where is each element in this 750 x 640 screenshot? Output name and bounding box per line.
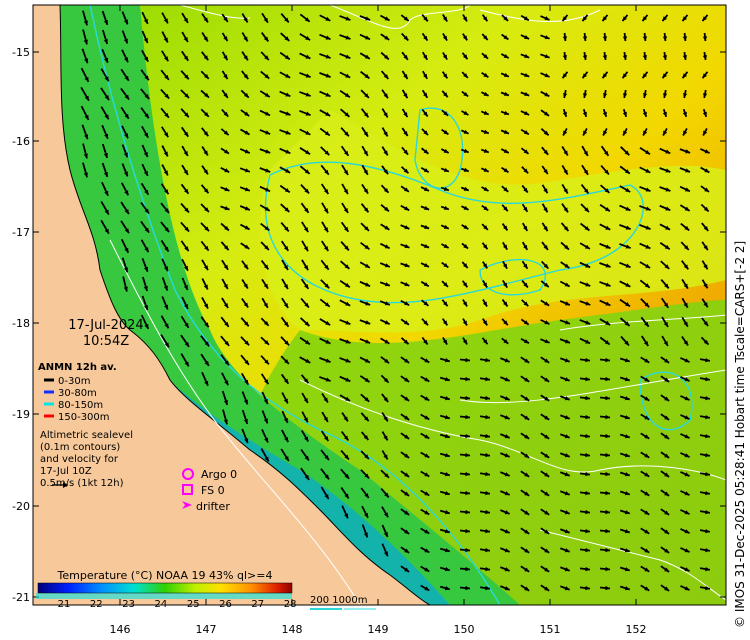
lat-tick-label: -18	[12, 317, 30, 330]
colorbar-tick-label: 23	[122, 599, 135, 610]
lat-tick-label: -21	[12, 591, 30, 604]
plot-area	[33, 5, 726, 605]
lon-tick-label: 147	[196, 623, 217, 636]
credit-bar: © IMOS 31-Dec-2025 05:28:41 Hobart time …	[731, 0, 750, 640]
depth-label: 0-30m	[58, 376, 90, 387]
colorbar-tick-label: 26	[219, 599, 232, 610]
isobath-scale-label: 200 1000m	[310, 595, 367, 606]
lat-tick-label: -20	[12, 500, 30, 513]
colorbar-tick-label: 28	[284, 599, 297, 610]
colorbar	[37, 582, 293, 594]
altimetry-line-2: (0.1m contours)	[40, 442, 120, 453]
colorbar-tick-label: 25	[187, 599, 200, 610]
colorbar-tick-label: 21	[58, 599, 71, 610]
credit-text: © IMOS 31-Dec-2025 05:28:41 Hobart time …	[733, 240, 747, 628]
lon-tick-label: 150	[454, 623, 475, 636]
colorbar-tick-label: 24	[155, 599, 168, 610]
fs-label: FS 0	[201, 484, 225, 497]
lat-tick-label: -17	[12, 226, 30, 239]
lon-tick-label: 148	[282, 623, 303, 636]
scale-label: 0.5m/s (1kt 12h)	[40, 478, 124, 489]
lat-tick-label: -15	[12, 46, 30, 59]
depth-label: 30-80m	[58, 388, 97, 399]
altimetry-line-1: Altimetric sealevel	[40, 430, 133, 441]
argo-label: Argo 0	[201, 468, 237, 481]
altimetry-line-4: 17-Jul 10Z	[40, 466, 92, 477]
lon-tick-label: 151	[540, 623, 561, 636]
colorbar-title: Temperature (°C) NOAA 19 43% ql>=4	[57, 569, 273, 582]
lat-tick-label: -19	[12, 408, 30, 421]
depth-label: 150-300m	[58, 412, 110, 423]
drifter-label: drifter	[196, 500, 230, 513]
anmn-title: ANMN 12h av.	[38, 362, 117, 373]
colorbar-tick-label: 22	[90, 599, 103, 610]
ocean-map: 146 147 148 149 150 151 152 -15 -16 -17 -18 -19 -20 -…	[0, 0, 750, 640]
lon-tick-label: 149	[368, 623, 389, 636]
colorbar-tick-label: 27	[251, 599, 264, 610]
lat-tick-label: -16	[12, 135, 30, 148]
altimetry-line-3: and velocity for	[40, 454, 119, 465]
time-label: 10:54Z	[83, 334, 129, 349]
lon-tick-label: 146	[110, 623, 131, 636]
depth-label: 80-150m	[58, 400, 103, 411]
lon-tick-label: 152	[626, 623, 647, 636]
date-label: 17-Jul-2024	[68, 318, 143, 333]
